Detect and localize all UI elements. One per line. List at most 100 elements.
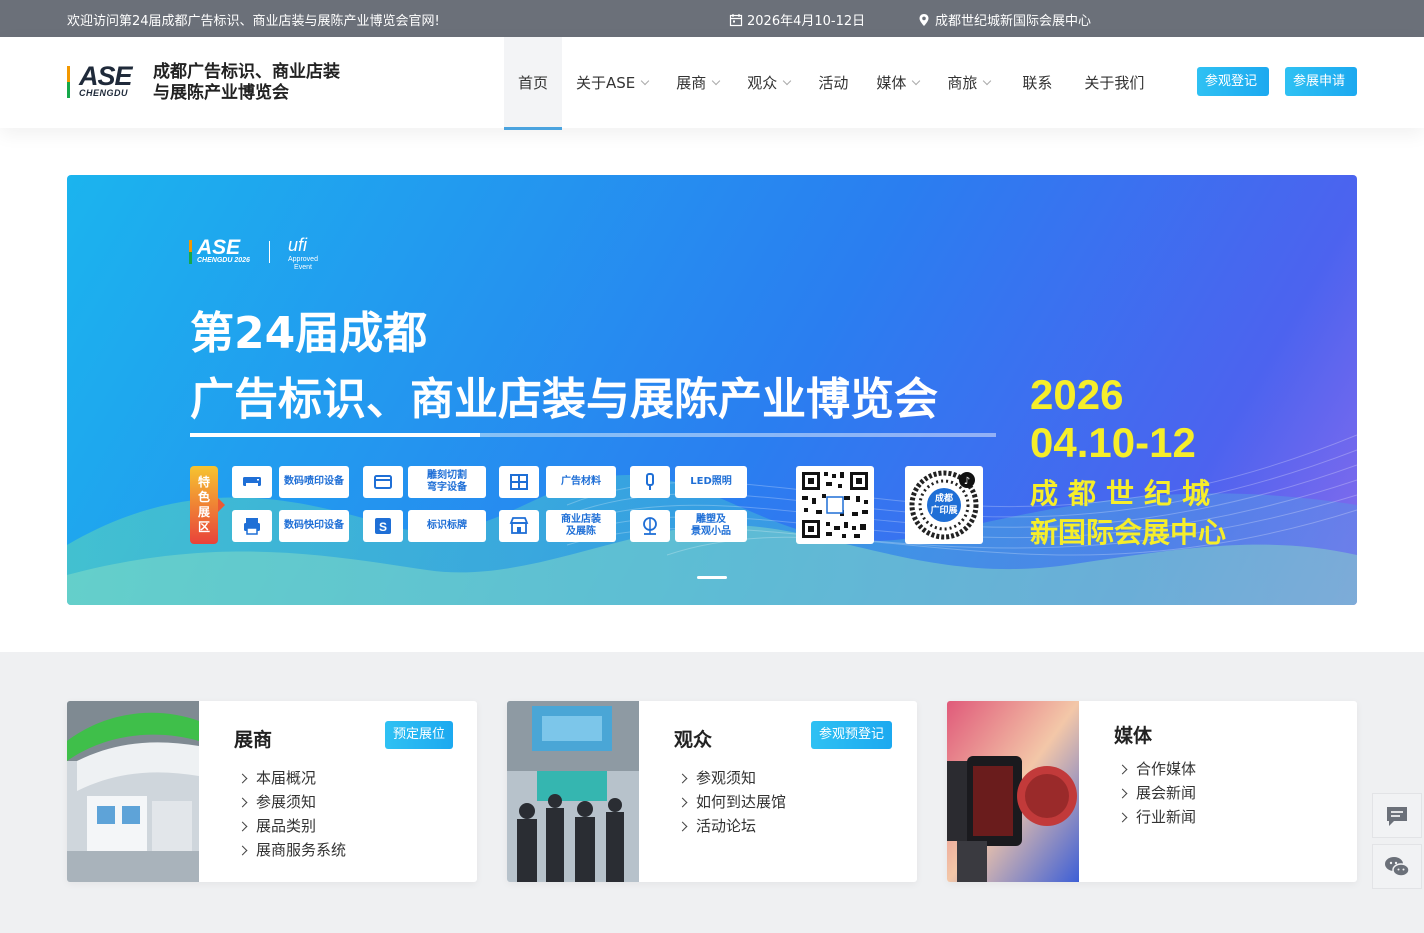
link-text: 行业新闻 [1136, 808, 1197, 826]
card-link[interactable]: 如何到达展馆 [677, 790, 787, 814]
calendar-icon [729, 13, 743, 26]
storefront-icon [499, 510, 539, 542]
link-text: 参展须知 [256, 793, 317, 811]
link-text: 本届概况 [256, 769, 317, 787]
banner-year: 2026 [1030, 371, 1124, 418]
link-text: 如何到达展馆 [696, 793, 787, 811]
logo-color-bar [67, 66, 70, 98]
wechat-button[interactable] [1372, 844, 1422, 889]
featured-zone-tag: 特色展区 [190, 466, 225, 544]
exhibition-hall-photo [67, 701, 199, 882]
hero-banner[interactable]: ASE CHENGDU 2026 ufi Approved Event 第24届… [67, 175, 1357, 605]
book-booth-button[interactable]: 预定展位 [385, 721, 454, 749]
banner-underline [190, 433, 996, 437]
nav-home[interactable]: 首页 [504, 37, 563, 130]
zone-label: 广告材料 [546, 466, 616, 498]
visitor-card: 观众 参观预登记 参观须知 如何到达展馆 活动论坛 [507, 701, 917, 882]
link-text: 展会新闻 [1136, 784, 1197, 802]
site-name: 成都广告标识、商业店装与展陈产业博览会 [153, 62, 340, 103]
nav-media[interactable]: 媒体 [862, 37, 933, 128]
visitor-links: 参观须知 如何到达展馆 活动论坛 [677, 766, 787, 838]
qr-center-label: 成都 广印展 [930, 494, 958, 516]
card-link[interactable]: 行业新闻 [1117, 805, 1197, 829]
engraving-machine-icon [363, 466, 403, 498]
ufi-approved: Approved [288, 256, 318, 263]
site-logo[interactable]: ASE CHENGDU [67, 61, 139, 100]
nav-exhibitors[interactable]: 展商 [662, 37, 733, 128]
card-title: 媒体 [1114, 725, 1153, 747]
card-link[interactable]: 展会新闻 [1117, 781, 1197, 805]
visitors-crowd-photo [507, 701, 639, 882]
card-link[interactable]: 展品类别 [237, 814, 346, 838]
nav-about-ase[interactable]: 关于ASE [562, 37, 662, 128]
media-links: 合作媒体 展会新闻 行业新闻 [1117, 757, 1197, 829]
visitor-register-button[interactable]: 参观登记 [1197, 67, 1269, 96]
shelf-icon [499, 466, 539, 498]
printer-icon [232, 466, 272, 498]
nav-label: 关于ASE [576, 74, 636, 92]
banner-title-line2: 广告标识、商业店装与展陈产业博览会 [190, 374, 938, 425]
zone-label: LED照明 [675, 466, 747, 498]
chevron-right-icon [677, 797, 688, 807]
banner-dates: 04.10-12 [1030, 419, 1196, 466]
chevron-right-icon [237, 821, 248, 831]
link-text: 活动论坛 [696, 817, 757, 835]
exhibit-apply-button[interactable]: 参展申请 [1285, 67, 1357, 96]
nav-events[interactable]: 活动 [804, 37, 862, 128]
sign-icon: S [363, 510, 403, 542]
nav-travel[interactable]: 商旅 [933, 37, 1004, 128]
chevron-down-icon [641, 76, 650, 85]
card-link[interactable]: 展商服务系统 [237, 838, 346, 862]
chevron-right-icon [237, 773, 248, 783]
carousel-indicator[interactable] [697, 576, 727, 579]
banner-city: 成都世纪城 [1030, 477, 1221, 510]
zone-label: 雕塑及 景观小品 [675, 510, 747, 542]
sculpture-icon [630, 510, 670, 542]
banner-venue: 新国际会展中心 [1030, 516, 1227, 549]
card-link[interactable]: 参展须知 [237, 790, 346, 814]
logo-divider [269, 241, 270, 263]
link-text: 合作媒体 [1136, 760, 1197, 778]
link-text: 参观须知 [696, 769, 757, 787]
chevron-right-icon [677, 821, 688, 831]
event-venue-text: 成都世纪城新国际会展中心 [935, 14, 1092, 29]
event-date: 2026年4月10-12日 [729, 10, 865, 29]
nav-label: 观众 [747, 74, 778, 92]
message-button[interactable] [1372, 793, 1422, 838]
card-link[interactable]: 本届概况 [237, 766, 346, 790]
nav-label: 媒体 [876, 74, 907, 92]
message-icon [1387, 806, 1407, 826]
zone-label: 雕刻切割 弯字设备 [408, 466, 486, 498]
svg-text:S: S [379, 520, 387, 534]
logo-color-bar [189, 240, 192, 264]
welcome-text: 欢迎访问第24届成都广告标识、商业店装与展陈产业博览会官网! [67, 14, 440, 29]
microphone-photo [947, 701, 1079, 882]
visitor-preregister-button[interactable]: 参观预登记 [811, 721, 893, 749]
exhibitor-links: 本届概况 参展须知 展品类别 展商服务系统 [237, 766, 346, 862]
zone-label: 标识标牌 [408, 510, 486, 542]
chevron-right-icon [237, 797, 248, 807]
ufi-logo-text: ufi [288, 235, 308, 255]
exhibitor-card: 展商 预定展位 本届概况 参展须知 展品类别 展商服务系统 [67, 701, 477, 882]
chevron-down-icon [983, 76, 992, 85]
card-title: 展商 [234, 729, 273, 751]
zone-label: 数码快印设备 [279, 510, 349, 542]
nav-contact[interactable]: 联系 [1004, 37, 1070, 128]
nav-label: 商旅 [947, 74, 978, 92]
wechat-icon [1385, 856, 1410, 877]
nav-label: 联系 [1022, 74, 1053, 92]
nav-visitors[interactable]: 观众 [733, 37, 804, 128]
ufi-event: Event [294, 264, 312, 271]
card-title: 观众 [674, 729, 713, 751]
card-link[interactable]: 活动论坛 [677, 814, 786, 838]
svg-text:♪: ♪ [964, 476, 970, 487]
led-bulb-icon [630, 466, 670, 498]
featured-zone-text: 特色展区 [197, 475, 210, 534]
chevron-right-icon [237, 845, 248, 855]
wechat-qr-code [796, 466, 874, 544]
nav-about-us[interactable]: 关于我们 [1070, 37, 1158, 128]
card-link[interactable]: 参观须知 [677, 766, 786, 790]
card-link[interactable]: 合作媒体 [1117, 757, 1197, 781]
nav-label: 活动 [818, 74, 849, 92]
chevron-right-icon [1117, 788, 1128, 798]
